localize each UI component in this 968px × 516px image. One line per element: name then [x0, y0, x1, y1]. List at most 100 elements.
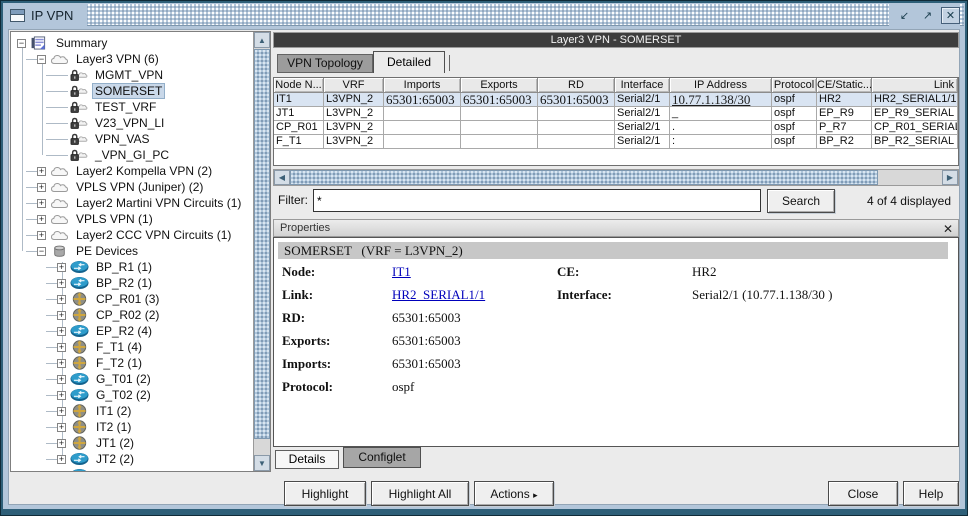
column-header-interface[interactable]: Interface — [615, 78, 670, 93]
column-header-link[interactable]: Link — [872, 78, 958, 93]
expand-icon[interactable]: + — [57, 407, 66, 416]
expand-icon[interactable]: + — [57, 295, 66, 304]
expand-icon[interactable]: + — [57, 359, 66, 368]
collapse-icon[interactable]: − — [37, 247, 46, 256]
column-header-rd[interactable]: RD — [538, 78, 615, 93]
column-header-vrf[interactable]: VRF — [324, 78, 384, 93]
expand-icon[interactable]: + — [57, 391, 66, 400]
tree-scrollbar-thumb[interactable] — [254, 49, 270, 439]
tree-item-cp-r01-3[interactable]: +CP_R01 (3) — [11, 291, 253, 307]
tree-item-v23-vpn-li[interactable]: V23_VPN_LI — [11, 115, 253, 131]
table-horizontal-scrollbar[interactable] — [273, 169, 959, 186]
expand-icon[interactable]: + — [37, 183, 46, 192]
tree-item-summary[interactable]: −Summary — [11, 35, 253, 51]
tree-item-ep-r2-4[interactable]: +EP_R2 (4) — [11, 323, 253, 339]
column-header-ip-address[interactable]: IP Address — [670, 78, 772, 93]
scroll-left-icon[interactable] — [274, 170, 290, 185]
table-cell: L3VPN_2 — [324, 135, 384, 149]
expand-icon[interactable]: + — [57, 455, 66, 464]
scroll-right-icon[interactable] — [942, 170, 958, 185]
tree-item-partial[interactable]: + — [11, 467, 253, 471]
column-header-ce-static[interactable]: CE/Static... — [817, 78, 872, 93]
tree-item-vpn-gi-pc[interactable]: _VPN_GI_PC — [11, 147, 253, 163]
tree-vertical-scrollbar[interactable] — [253, 32, 270, 471]
collapse-icon[interactable]: − — [37, 55, 46, 64]
tree-item-g-t01-2[interactable]: +G_T01 (2) — [11, 371, 253, 387]
tree-item-g-t02-2[interactable]: +G_T02 (2) — [11, 387, 253, 403]
expand-icon[interactable]: + — [57, 263, 66, 272]
expand-icon[interactable]: + — [37, 231, 46, 240]
tree-item-jt1-2[interactable]: +JT1 (2) — [11, 435, 253, 451]
tree-item-bp-r1-1[interactable]: +BP_R1 (1) — [11, 259, 253, 275]
close-icon[interactable] — [941, 7, 960, 24]
help-button[interactable]: Help — [903, 481, 959, 506]
tree-item-layer3-vpn-6[interactable]: −Layer3 VPN (6) — [11, 51, 253, 67]
expand-icon[interactable]: + — [57, 311, 66, 320]
table-row[interactable]: CP_R01L3VPN_2Serial2/1.ospfP_R7CP_R01_SE… — [274, 121, 958, 135]
tree-item-test-vrf[interactable]: TEST_VRF — [11, 99, 253, 115]
tree-item-label: BP_R2 (1) — [93, 275, 155, 291]
highlight-button[interactable]: Highlight — [284, 481, 366, 506]
tab-detailed[interactable]: Detailed — [373, 51, 445, 73]
table-row[interactable]: F_T1L3VPN_2Serial2/1:ospfBP_R2BP_R2_SERI… — [274, 135, 958, 149]
expand-icon[interactable]: + — [57, 423, 66, 432]
window-content: −Summary−Layer3 VPN (6)MGMT_VPNSOMERSETT… — [8, 29, 960, 505]
expand-icon[interactable]: + — [57, 375, 66, 384]
expand-icon[interactable]: + — [57, 471, 66, 472]
tree-item-jt2-2[interactable]: +JT2 (2) — [11, 451, 253, 467]
search-button[interactable]: Search — [767, 189, 835, 213]
tree-item-layer2-martini-vpn-circuits-1[interactable]: +Layer2 Martini VPN Circuits (1) — [11, 195, 253, 211]
tree-item-mgmt-vpn[interactable]: MGMT_VPN — [11, 67, 253, 83]
expand-icon[interactable]: + — [37, 199, 46, 208]
tree-item-bp-r2-1[interactable]: + BP_R2 (1) — [11, 275, 253, 291]
table-cell — [384, 135, 461, 149]
collapse-icon[interactable]: − — [17, 39, 26, 48]
filter-input[interactable] — [313, 189, 761, 212]
tree-item-pe-devices[interactable]: −PE Devices — [11, 243, 253, 259]
scroll-up-icon[interactable] — [254, 32, 270, 48]
minimize-icon[interactable] — [895, 7, 914, 24]
expand-icon[interactable]: + — [37, 215, 46, 224]
actions-button[interactable]: Actions ▸ — [474, 481, 554, 506]
tree-item-vpls-vpn-juniper-2[interactable]: +VPLS VPN (Juniper) (2) — [11, 179, 253, 195]
expand-icon[interactable]: + — [57, 343, 66, 352]
tree-item-it2-1[interactable]: +IT2 (1) — [11, 419, 253, 435]
scroll-down-icon[interactable] — [254, 455, 270, 471]
tree-item-cp-r02-2[interactable]: +CP_R02 (2) — [11, 307, 253, 323]
router-blue-icon — [70, 452, 89, 466]
tree-item-vpn-vas[interactable]: VPN_VAS — [11, 131, 253, 147]
expand-icon[interactable]: + — [57, 327, 66, 336]
column-header-protocol[interactable]: Protocol — [772, 78, 817, 93]
window-titlebar[interactable]: IP VPN — [4, 4, 964, 26]
tab-vpn-topology[interactable]: VPN Topology — [277, 54, 373, 73]
cloud-icon — [50, 196, 69, 210]
highlight-all-button[interactable]: Highlight All — [371, 481, 469, 506]
ip-address-link[interactable]: 10.77.1.138/30 — [670, 93, 772, 107]
expand-icon[interactable]: + — [37, 167, 46, 176]
close-button[interactable]: Close — [828, 481, 898, 506]
tree-item-vpls-vpn-1[interactable]: +VPLS VPN (1) — [11, 211, 253, 227]
tab-configlet[interactable]: Configlet — [343, 447, 421, 468]
property-value-link[interactable]: HR2_SERIAL1/1 — [392, 287, 485, 304]
column-header-node-n[interactable]: Node N... — [274, 78, 324, 93]
table-cell: P_R7 — [817, 121, 872, 135]
properties-close-icon[interactable] — [943, 221, 953, 237]
table-row[interactable]: IT1L3VPN_265301:6500365301:6500365301:65… — [274, 93, 958, 107]
tree-item-layer2-kompella-vpn-2[interactable]: +Layer2 Kompella VPN (2) — [11, 163, 253, 179]
column-header-imports[interactable]: Imports — [384, 78, 461, 93]
tab-details[interactable]: Details — [275, 450, 339, 469]
tree-item-it1-2[interactable]: +IT1 (2) — [11, 403, 253, 419]
expand-icon[interactable]: + — [57, 279, 66, 288]
router-blue-icon — [70, 324, 89, 338]
tree-item-f-t1-4[interactable]: +F_T1 (4) — [11, 339, 253, 355]
tree-item-somerset[interactable]: SOMERSET — [11, 83, 253, 99]
tree-item-layer2-ccc-vpn-circuits-1[interactable]: +Layer2 CCC VPN Circuits (1) — [11, 227, 253, 243]
table-row[interactable]: JT1L3VPN_2Serial2/1_ospfEP_R9EP_R9_SERIA… — [274, 107, 958, 121]
expand-icon[interactable]: + — [57, 439, 66, 448]
table-scrollbar-thumb[interactable] — [290, 170, 878, 185]
maximize-icon[interactable] — [918, 7, 937, 24]
column-header-exports[interactable]: Exports — [461, 78, 538, 93]
property-value-link[interactable]: IT1 — [392, 264, 411, 281]
router-gray-icon — [70, 308, 89, 322]
tree-item-f-t2-1[interactable]: +F_T2 (1) — [11, 355, 253, 371]
